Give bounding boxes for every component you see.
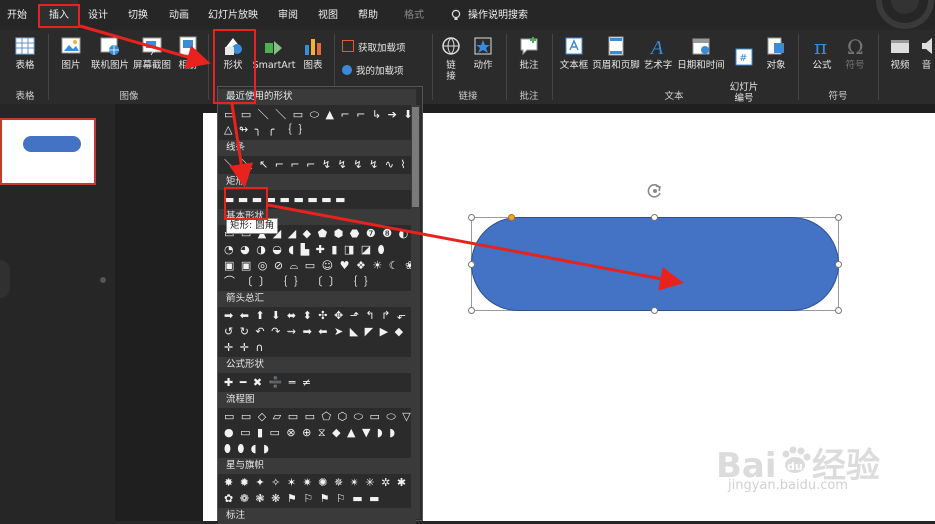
annotation-arrows bbox=[79, 24, 684, 291]
arrow-to-slide-shape bbox=[267, 203, 684, 291]
arrow-to-rect-section bbox=[229, 103, 254, 188]
arrow-to-shapes bbox=[79, 24, 211, 69]
